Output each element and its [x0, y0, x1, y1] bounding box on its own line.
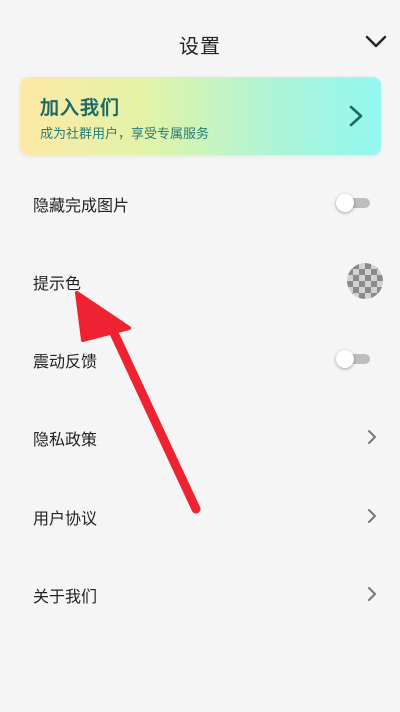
vibration-feedback-toggle[interactable] — [336, 350, 372, 368]
setting-row-privacy-policy[interactable]: 隐私政策 — [0, 412, 400, 462]
setting-label: 震动反馈 — [33, 352, 98, 371]
hint-color-swatch[interactable] — [347, 263, 383, 299]
toggle-knob — [336, 194, 354, 212]
chevron-right-icon — [368, 509, 376, 523]
page-title: 设置 — [179, 34, 221, 58]
chevron-right-icon — [368, 430, 376, 444]
join-us-banner[interactable]: 加入我们 成为社群用户，享受专属服务 — [20, 77, 381, 155]
banner-title: 加入我们 — [40, 97, 121, 119]
banner-subtitle: 成为社群用户，享受专属服务 — [40, 127, 210, 142]
setting-row-user-agreement[interactable]: 用户协议 — [0, 491, 400, 541]
setting-row-hide-completed-images[interactable]: 隐藏完成图片 — [0, 178, 400, 228]
setting-label: 用户协议 — [33, 509, 98, 528]
setting-label: 隐藏完成图片 — [33, 196, 130, 215]
setting-row-vibration-feedback[interactable]: 震动反馈 — [0, 334, 400, 384]
header: 设置 — [0, 0, 400, 88]
chevron-down-icon — [365, 35, 387, 48]
setting-row-about-us[interactable]: 关于我们 — [0, 569, 400, 619]
chevron-right-icon — [349, 105, 363, 127]
settings-screen: 设置 加入我们 成为社群用户，享受专属服务 隐藏完成图片 提示色 震动反馈 隐私… — [0, 0, 400, 712]
toggle-knob — [336, 350, 354, 368]
collapse-button[interactable] — [362, 28, 390, 56]
chevron-right-icon — [368, 587, 376, 601]
setting-label: 关于我们 — [33, 587, 98, 606]
setting-row-hint-color[interactable]: 提示色 — [0, 256, 400, 306]
setting-label: 隐私政策 — [33, 430, 98, 449]
setting-label: 提示色 — [33, 274, 82, 293]
hide-completed-images-toggle[interactable] — [336, 194, 372, 212]
